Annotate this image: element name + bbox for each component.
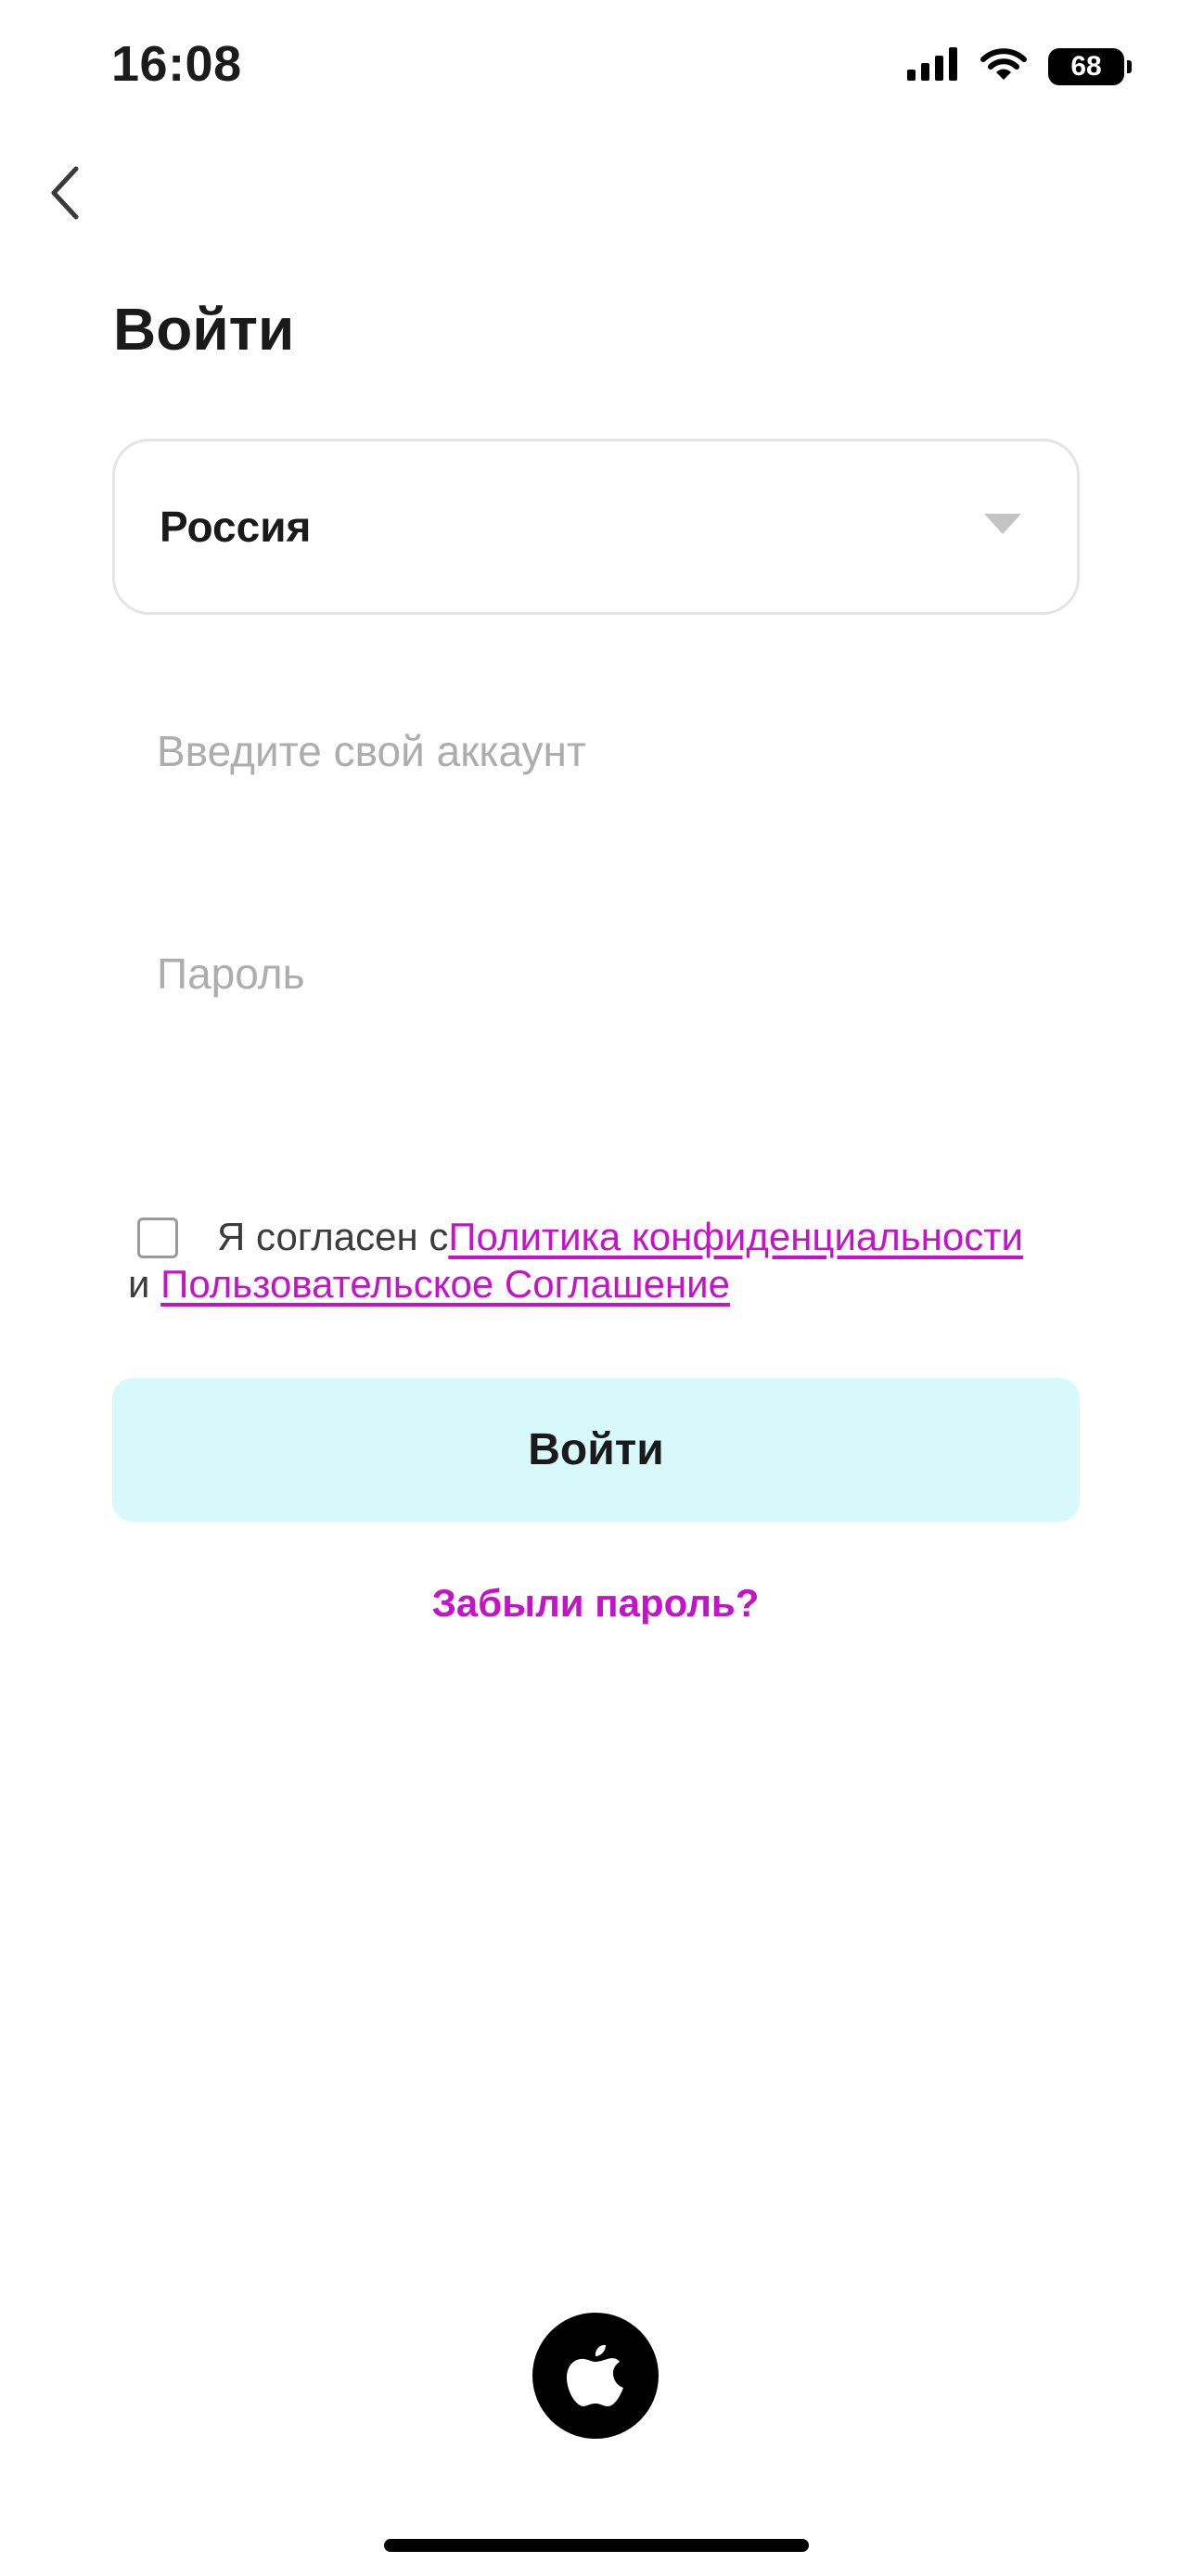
battery-level: 68 <box>1070 50 1102 82</box>
battery-icon: 68 <box>1048 47 1132 85</box>
caret-down-icon <box>984 513 1021 541</box>
account-input[interactable] <box>112 686 1080 816</box>
login-button[interactable]: Войти <box>112 1378 1080 1522</box>
status-time: 16:08 <box>111 36 242 92</box>
apple-signin-button[interactable] <box>532 2313 659 2439</box>
country-select[interactable]: Россия <box>112 439 1080 615</box>
chevron-left-icon <box>46 163 83 227</box>
privacy-policy-link[interactable]: Политика конфиденциальности <box>448 1215 1023 1258</box>
apple-logo-icon <box>567 2340 624 2413</box>
back-button[interactable] <box>28 158 102 232</box>
agreement-prefix: Я согласен с <box>217 1215 449 1258</box>
agreement-text-line2: и Пользовательское Соглашение <box>128 1262 730 1307</box>
agreement-conjunction: и <box>128 1262 150 1306</box>
forgot-password-link[interactable]: Забыли пароль? <box>0 1581 1191 1626</box>
terms-link[interactable]: Пользовательское Соглашение <box>160 1262 730 1306</box>
cellular-signal-icon <box>907 47 959 85</box>
status-icons: 68 <box>907 46 1132 86</box>
home-indicator <box>384 2539 809 2552</box>
wifi-icon <box>980 46 1028 86</box>
login-button-label: Войти <box>528 1425 664 1474</box>
page-title: Войти <box>113 296 295 363</box>
country-value: Россия <box>160 503 312 551</box>
agreement-text: Я согласен сПолитика конфиденциальности <box>217 1215 1023 1259</box>
agreement-checkbox[interactable] <box>137 1218 178 1258</box>
password-input[interactable] <box>112 909 1080 1039</box>
